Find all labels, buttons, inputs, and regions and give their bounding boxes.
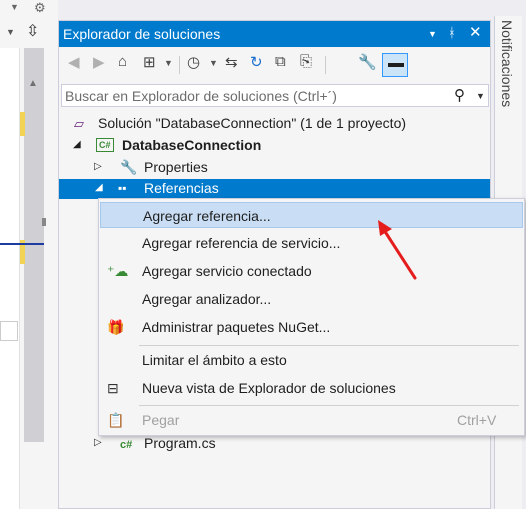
editor-surface[interactable] <box>0 48 20 509</box>
collapse-all-icon[interactable]: ⧉ <box>275 53 286 70</box>
forward-icon[interactable]: ▶ <box>93 53 105 71</box>
notifications-label: Notificaciones <box>499 20 515 108</box>
home-icon[interactable]: ⌂ <box>118 53 127 70</box>
refresh-icon[interactable]: ↻ <box>250 53 263 71</box>
scroll-up-icon[interactable]: ▲ <box>28 78 38 89</box>
menu-item-manage-nuget[interactable]: 🎁 Administrar paquetes NuGet... <box>100 314 523 340</box>
sync-icon[interactable]: ⇆ <box>225 53 238 71</box>
references-icon: ▪▪ <box>118 181 127 195</box>
csharp-project-icon: C# <box>96 137 114 152</box>
search-icon[interactable]: ⚲ <box>454 86 465 104</box>
chevron-down-icon[interactable]: ▼ <box>476 91 485 101</box>
editor-scrollbar[interactable]: ▲ <box>24 48 44 442</box>
chevron-down-icon[interactable]: ▼ <box>209 58 218 68</box>
back-icon[interactable]: ◀ <box>68 53 80 71</box>
tree-item-properties[interactable]: ▷ 🔧 Properties <box>59 157 490 179</box>
caret-line <box>0 243 44 245</box>
paste-icon: 📋 <box>107 412 125 428</box>
editor-dropdown[interactable]: ▼ <box>0 20 22 42</box>
menu-separator <box>139 405 519 406</box>
search-box[interactable]: Buscar en Explorador de soluciones (Ctrl… <box>61 84 489 107</box>
solution-explorer-toolbar: ◀ ▶ ⌂ ⊞ ▼ ◷ ▼ ⇆ ↻ ⧉ ⎘ 🔧 <box>59 47 490 83</box>
menu-item-label: Agregar servicio conectado <box>142 263 312 279</box>
switch-views-icon[interactable]: ⊞ <box>143 53 156 71</box>
menu-item-add-service-reference[interactable]: Agregar referencia de servicio... <box>100 230 523 256</box>
gear-icon[interactable]: ⚙ <box>34 0 46 16</box>
tree-item-references[interactable]: ◢ ▪▪ Referencias <box>59 179 490 199</box>
search-input[interactable]: Buscar en Explorador de soluciones (Ctrl… <box>65 88 337 104</box>
new-view-icon: ⊟ <box>107 380 119 396</box>
chevron-down-icon: ▼ <box>6 27 15 37</box>
close-icon[interactable]: ✕ <box>469 23 482 41</box>
menu-item-add-connected-service[interactable]: ⁺☁ Agregar servicio conectado <box>100 258 523 284</box>
menu-item-new-explorer-view[interactable]: ⊟ Nueva vista de Explorador de solucione… <box>100 375 523 401</box>
window-title: Explorador de soluciones <box>63 26 221 42</box>
chevron-down-icon[interactable]: ▼ <box>164 58 173 68</box>
visual-studio-solution-icon: ▱ <box>74 116 84 131</box>
csharp-file-icon: c# <box>120 439 133 451</box>
menu-item-label: Agregar referencia de servicio... <box>142 235 341 251</box>
tree-item-program[interactable]: ▷ c# Program.cs <box>59 433 490 455</box>
tree-item-label: Properties <box>144 159 208 175</box>
menu-item-label: Administrar paquetes NuGet... <box>142 319 331 335</box>
menu-item-scope-to-this[interactable]: Limitar el ámbito a esto <box>100 347 523 373</box>
connected-service-icon: ⁺☁ <box>107 263 129 279</box>
pin-icon[interactable]: ᚼ <box>448 25 456 40</box>
menu-item-add-reference[interactable]: Agregar referencia... <box>100 202 523 228</box>
menu-item-label: Limitar el ámbito a esto <box>142 352 287 368</box>
menu-item-shortcut: Ctrl+V <box>457 412 497 428</box>
menu-item-label: Nueva vista de Explorador de soluciones <box>142 380 396 396</box>
context-menu: Agregar referencia... Agregar referencia… <box>98 198 525 436</box>
editor-strip-toolbar: ▼ ⇳ <box>0 20 52 46</box>
toolbar-separator <box>325 56 326 74</box>
preview-icon <box>388 63 404 67</box>
tree-item-label: DatabaseConnection <box>122 137 262 153</box>
chevron-down-icon[interactable]: ▼ <box>10 2 19 12</box>
preview-selected-button[interactable] <box>382 53 408 77</box>
menu-item-label: Agregar analizador... <box>142 291 272 307</box>
editor-strip: ▼ ⇳ ⚙ ▼ ▲ <box>0 0 58 509</box>
toolbar-separator <box>179 56 180 74</box>
menu-item-paste[interactable]: 📋 Pegar Ctrl+V <box>100 407 523 433</box>
pending-changes-filter-icon[interactable]: ◷ <box>187 53 200 71</box>
menu-item-label: Pegar <box>142 412 180 428</box>
solution-explorer-title-bar: Explorador de soluciones ▼ ᚼ ✕ <box>59 21 490 47</box>
tree-item-label: Program.cs <box>144 435 216 451</box>
tree-item-label: Solución "DatabaseConnection" (1 de 1 pr… <box>98 115 407 131</box>
collapsed-arrow-icon[interactable]: ▷ <box>94 161 102 172</box>
properties-wrench-icon[interactable]: 🔧 <box>358 53 377 71</box>
window-menu-icon[interactable]: ▼ <box>428 29 437 39</box>
expanded-arrow-icon[interactable]: ◢ <box>95 182 103 193</box>
collapsed-arrow-icon[interactable]: ▷ <box>94 437 102 448</box>
tree-item-project[interactable]: ◢ C# DatabaseConnection <box>59 135 490 157</box>
editor-field[interactable] <box>0 321 18 341</box>
change-marker <box>20 112 25 136</box>
expanded-arrow-icon[interactable]: ◢ <box>73 139 81 150</box>
tree-item-solution[interactable]: ▱ Solución "DatabaseConnection" (1 de 1 … <box>59 113 490 135</box>
wrench-icon: 🔧 <box>120 159 138 175</box>
tree-item-label: Referencias <box>144 180 219 196</box>
menu-separator <box>139 345 519 346</box>
split-icon[interactable]: ⇳ <box>26 21 39 41</box>
scroll-marker <box>42 218 46 226</box>
menu-item-add-analyzer[interactable]: Agregar analizador... <box>100 286 523 312</box>
annotation-arrow-icon <box>378 220 417 280</box>
menu-item-label: Agregar referencia... <box>143 208 271 224</box>
show-all-files-icon[interactable]: ⎘ <box>300 53 312 70</box>
nuget-icon: 🎁 <box>107 319 125 335</box>
